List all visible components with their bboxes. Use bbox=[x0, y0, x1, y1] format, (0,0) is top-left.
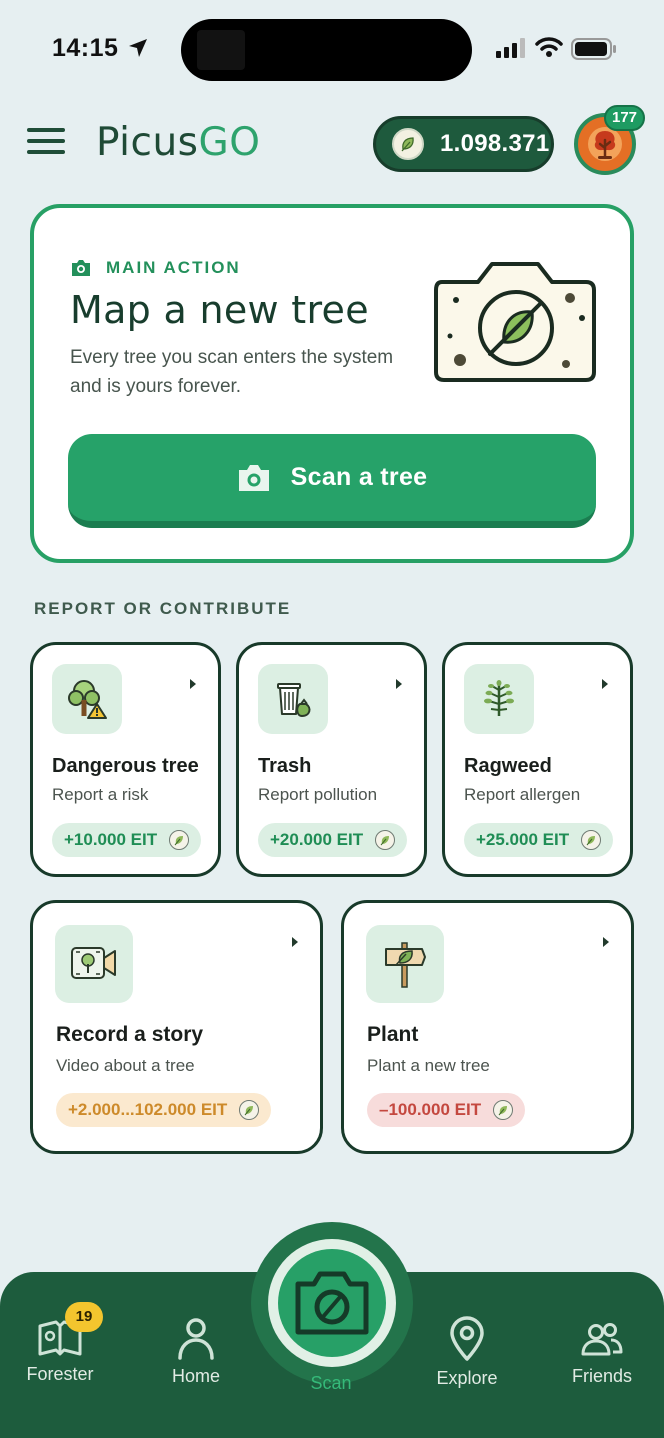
dangerous-tree-card[interactable]: Dangerous tree Report a risk +10.000 EIT bbox=[30, 642, 221, 877]
main-action-card: MAIN ACTION Map a new tree Every tree yo… bbox=[30, 204, 634, 563]
menu-icon-bar bbox=[27, 128, 65, 132]
leaf-coin-icon bbox=[375, 830, 396, 850]
scan-a-tree-label: Scan a tree bbox=[290, 463, 428, 491]
ragweed-icon bbox=[464, 664, 534, 734]
status-time: 14:15 bbox=[52, 34, 119, 62]
camera-icon bbox=[72, 260, 90, 276]
menu-icon-bar bbox=[27, 139, 65, 143]
leaf-coin-icon bbox=[581, 830, 602, 850]
scan-fab-inner bbox=[278, 1249, 386, 1357]
leaf-coin-icon bbox=[493, 1100, 514, 1120]
reward-badge: +25.000 EIT bbox=[464, 823, 614, 857]
cellular-signal-icon bbox=[496, 38, 525, 58]
nav-scan-label[interactable]: Scan bbox=[276, 1373, 386, 1394]
main-action-description: Every tree you scan enters the system an… bbox=[70, 347, 394, 397]
balance-pill[interactable]: 1.098.371 bbox=[373, 116, 554, 172]
reward-badge: +2.000...102.000 EIT bbox=[56, 1093, 272, 1127]
status-bar: 14:15 bbox=[0, 0, 664, 96]
logo-text-picus: Picus bbox=[96, 120, 199, 165]
nav-label: Explore bbox=[436, 1368, 498, 1388]
card-title: Ragweed bbox=[464, 755, 552, 777]
camera-icon bbox=[238, 464, 269, 491]
person-icon bbox=[178, 1318, 214, 1360]
card-subtitle: Report a risk bbox=[52, 785, 149, 804]
avatar-badge: 177 bbox=[604, 105, 646, 131]
card-subtitle: Report pollution bbox=[258, 785, 378, 804]
trash-card[interactable]: Trash Report pollution +20.000 EIT bbox=[236, 642, 427, 877]
logo-text-go: GO bbox=[198, 120, 261, 165]
nav-label: Forester bbox=[26, 1364, 94, 1384]
leaf-coin-icon bbox=[239, 1100, 260, 1120]
card-title: Record a story bbox=[56, 1023, 204, 1046]
reward-badge: +10.000 EIT bbox=[52, 823, 202, 857]
card-subtitle: Report allergen bbox=[464, 785, 581, 804]
nav-forester[interactable]: Forester bbox=[5, 1318, 115, 1385]
plant-card[interactable]: Plant Plant a new tree –100.000 EIT bbox=[341, 900, 634, 1154]
card-title: Plant bbox=[367, 1023, 419, 1046]
card-title: Dangerous tree bbox=[52, 755, 199, 777]
reward-badge: –100.000 EIT bbox=[367, 1093, 526, 1127]
chevron-right-icon bbox=[603, 937, 609, 947]
dangerous-tree-icon bbox=[52, 664, 122, 734]
video-tree-icon bbox=[55, 925, 133, 1003]
location-pin-icon bbox=[450, 1316, 484, 1361]
card-subtitle: Video about a tree bbox=[56, 1056, 195, 1075]
chevron-right-icon bbox=[396, 679, 402, 689]
reward-amount: +20.000 EIT bbox=[270, 830, 364, 849]
menu-icon-bar bbox=[27, 150, 65, 154]
app-logo: PicusGO bbox=[96, 120, 260, 165]
chevron-right-icon bbox=[292, 937, 298, 947]
menu-button[interactable] bbox=[27, 128, 65, 160]
nav-explore[interactable]: Explore bbox=[412, 1316, 522, 1389]
nav-label: Friends bbox=[571, 1366, 633, 1386]
reward-amount: +10.000 EIT bbox=[64, 830, 158, 849]
main-action-tag-text: MAIN ACTION bbox=[106, 258, 241, 277]
chevron-right-icon bbox=[190, 679, 196, 689]
reward-amount: +25.000 EIT bbox=[476, 830, 570, 849]
nav-home[interactable]: Home bbox=[141, 1316, 251, 1387]
scan-fab-button[interactable] bbox=[268, 1239, 396, 1367]
camera-leaf-illustration bbox=[434, 262, 596, 382]
wifi-icon bbox=[535, 37, 563, 57]
chevron-right-icon bbox=[602, 679, 608, 689]
battery-icon bbox=[571, 38, 616, 60]
signpost-leaf-icon bbox=[366, 925, 444, 1003]
ragweed-card[interactable]: Ragweed Report allergen +25.000 EIT bbox=[442, 642, 633, 877]
nav-friends[interactable]: Friends bbox=[547, 1316, 657, 1387]
main-action-tag: MAIN ACTION bbox=[70, 258, 241, 278]
island-camera bbox=[197, 30, 245, 70]
leaf-coin-icon bbox=[169, 830, 190, 850]
section-title: REPORT OR CONTRIBUTE bbox=[34, 599, 292, 618]
trash-icon bbox=[258, 664, 328, 734]
card-subtitle: Plant a new tree bbox=[367, 1056, 490, 1075]
friends-icon bbox=[581, 1323, 623, 1356]
nav-label: Home bbox=[171, 1366, 220, 1386]
main-action-title: Map a new tree bbox=[70, 288, 369, 332]
forester-badge: 19 bbox=[65, 1302, 103, 1332]
reward-badge: +20.000 EIT bbox=[258, 823, 408, 857]
location-arrow-icon bbox=[129, 39, 147, 57]
card-title: Trash bbox=[258, 755, 312, 777]
camera-icon bbox=[295, 1271, 369, 1335]
scan-a-tree-button[interactable]: Scan a tree bbox=[68, 434, 596, 528]
reward-amount: +2.000...102.000 EIT bbox=[68, 1100, 228, 1119]
reward-amount: –100.000 EIT bbox=[379, 1100, 482, 1119]
dynamic-island bbox=[181, 19, 472, 81]
leaf-coin-icon bbox=[392, 128, 424, 160]
balance-value: 1.098.371 bbox=[440, 130, 550, 157]
record-story-card[interactable]: Record a story Video about a tree +2.000… bbox=[30, 900, 323, 1154]
